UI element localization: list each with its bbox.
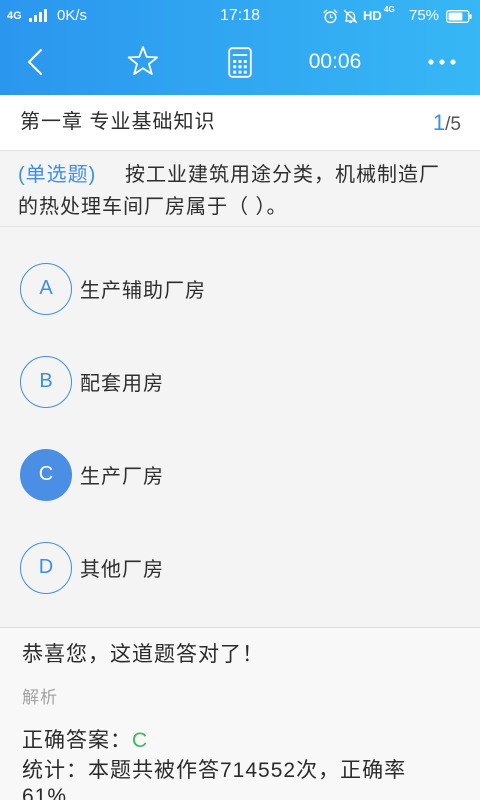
hd-label: HD xyxy=(363,8,382,23)
result-message: 恭喜您，这道题答对了！ xyxy=(22,643,264,666)
progress-current: 1 xyxy=(432,110,446,135)
option-text: 配套用房 xyxy=(80,373,164,395)
result-panel: 恭喜您，这道题答对了！ 解析 正确答案：C 统计：本题共被作答714552次，正… xyxy=(0,627,480,800)
clock-time: 17:18 xyxy=(219,7,261,24)
option-letter-badge: B xyxy=(20,355,72,408)
calculator-icon xyxy=(228,46,252,78)
option-letter-badge: D xyxy=(20,541,72,594)
analysis-label: 解析 xyxy=(22,688,58,707)
favorite-button[interactable] xyxy=(118,30,168,94)
battery-level-fill xyxy=(448,12,463,21)
app-header: 4G 0K/s 17:18 HD 4G 75% 00:06 xyxy=(0,0,480,95)
status-bar: 4G 0K/s 17:18 HD 4G 75% xyxy=(0,0,480,32)
toolbar: 00:06 xyxy=(0,30,480,94)
more-dots-icon xyxy=(428,59,456,65)
question-progress: 1/5 xyxy=(433,95,461,153)
stats-line: 统计：本题共被作答714552次，正确率 xyxy=(22,759,407,782)
option-letter-badge: C xyxy=(20,448,72,501)
correct-answer-label: 正确答案： xyxy=(22,729,132,752)
star-icon xyxy=(127,46,159,76)
chevron-left-icon xyxy=(27,48,43,76)
network-type-label: 4G xyxy=(7,10,22,22)
stats-line: 61% xyxy=(22,785,68,800)
chapter-bar: 第一章 专业基础知识 1/5 xyxy=(0,95,480,151)
signal-icon xyxy=(29,9,47,22)
progress-total: 5 xyxy=(450,114,461,135)
correct-answer-value: C xyxy=(132,729,149,752)
option-text: 生产厂房 xyxy=(80,466,164,488)
network-type-right-label: 4G xyxy=(384,5,395,14)
elapsed-timer: 00:06 xyxy=(308,50,362,73)
network-speed: 0K/s xyxy=(57,7,88,24)
option-b[interactable]: B 配套用房 xyxy=(0,335,480,428)
battery-icon xyxy=(446,10,472,23)
question-card: (单选题) 按工业建筑用途分类，机械制造厂 的热处理车间厂房属于（ ）。 xyxy=(0,151,480,227)
bell-off-icon xyxy=(343,9,358,24)
alarm-icon xyxy=(323,9,338,24)
option-letter-badge: A xyxy=(20,262,72,315)
question-text-line: 的热处理车间厂房属于（ ）。 xyxy=(18,196,288,218)
back-button[interactable] xyxy=(15,30,55,94)
chapter-title: 第一章 专业基础知识 xyxy=(20,111,216,133)
more-button[interactable] xyxy=(417,30,467,94)
option-text: 其他厂房 xyxy=(80,559,164,581)
option-text: 生产辅助厂房 xyxy=(80,280,206,302)
calculator-button[interactable] xyxy=(215,30,265,94)
question-text-line: 按工业建筑用途分类，机械制造厂 xyxy=(125,164,440,186)
options-list: A 生产辅助厂房 B 配套用房 C 生产厂房 D 其他厂房 xyxy=(0,227,480,627)
question-type-label: (单选题) xyxy=(18,164,97,186)
option-d[interactable]: D 其他厂房 xyxy=(0,521,480,614)
option-a[interactable]: A 生产辅助厂房 xyxy=(0,242,480,335)
battery-percent: 75% xyxy=(409,7,440,24)
correct-answer-line: 正确答案：C xyxy=(22,727,148,755)
option-c[interactable]: C 生产厂房 xyxy=(0,428,480,521)
